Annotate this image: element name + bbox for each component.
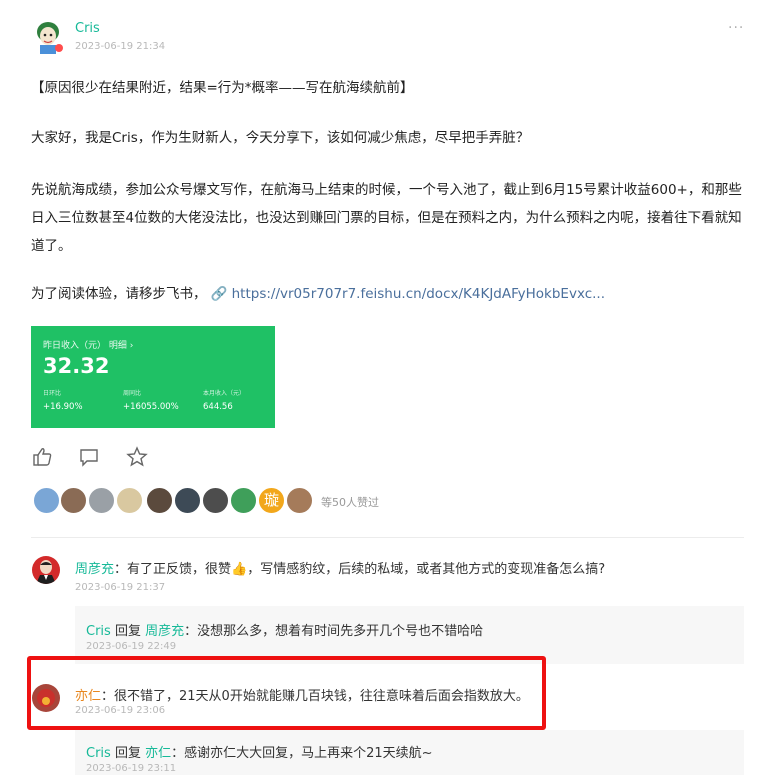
stat-label: 日环比 (43, 390, 62, 397)
liker-avatar[interactable] (33, 487, 60, 514)
post-paragraph: 为了阅读体验，请移步飞书， 🔗 https://vr05r707r7.feishu… (31, 280, 746, 308)
post-title: 【原因很少在结果附近，结果=行为*概率——写在航海续航前】 (31, 80, 414, 96)
link-icon: 🔗 (210, 286, 228, 302)
comment-timestamp: 2023-06-19 21:37 (75, 582, 166, 593)
feishu-link[interactable]: 🔗 https://vr05r707r7.feishu.cn/docx/K4KJd… (211, 286, 605, 302)
liker-avatar[interactable] (88, 487, 115, 514)
liker-avatar[interactable] (230, 487, 257, 514)
reply-target[interactable]: 亦仁 (145, 746, 171, 761)
author-avatar[interactable] (32, 18, 64, 54)
reply-text: Cris 回复 亦仁：感谢亦仁大大回复，马上再来个21天续航~ (86, 742, 433, 761)
thumbs-up-icon[interactable] (31, 446, 53, 468)
liker-avatar[interactable] (116, 487, 143, 514)
reply-verb: 回复 (110, 624, 146, 639)
divider (31, 537, 744, 538)
comment-icon[interactable] (78, 446, 100, 468)
income-screenshot[interactable]: 昨日收入（元） 明细 › 32.32 日环比 周同比 本月收入（元） +16.9… (31, 326, 275, 428)
income-header: 昨日收入（元） 明细 › (43, 341, 134, 351)
reply-body: ：没想那么多，想着有时间先多开几个号也不错哈哈 (184, 624, 484, 639)
income-value: 32.32 (43, 354, 110, 378)
reply-author[interactable]: Cris (86, 746, 111, 761)
post-paragraph: 大家好，我是Cris，作为生财新人，今天分享下，该如何减少焦虑，尽早把手弄脏？ (31, 130, 530, 146)
author-name[interactable]: Cris (75, 21, 100, 36)
stat-value: +16.90% (43, 402, 83, 412)
reply-timestamp: 2023-06-19 23:11 (86, 763, 177, 774)
stat-value: +16055.00% (123, 402, 179, 412)
reply-author[interactable]: Cris (86, 624, 111, 639)
post-paragraph: 先说航海成绩，参加公众号爆文写作，在航海马上结束的时候，一个号入池了，截止到6月… (31, 182, 742, 254)
star-icon[interactable] (126, 446, 148, 468)
stat-label: 周同比 (123, 390, 142, 397)
link-text: https://vr05r707r7.feishu.cn/docx/K4KJdA… (231, 286, 605, 302)
highlight-box (27, 656, 546, 730)
comment-text: 周彦充：有了正反馈，很赞👍，写情感豹纹，后续的私域，或者其他方式的变现准备怎么搞… (75, 558, 605, 577)
commenter-name[interactable]: 周彦充 (75, 562, 114, 577)
liker-avatar[interactable] (146, 487, 173, 514)
reply-target[interactable]: 周彦充 (145, 624, 184, 639)
more-options-icon[interactable]: ··· (728, 20, 744, 36)
post-timestamp: 2023-06-19 21:34 (75, 41, 166, 52)
liker-avatar[interactable] (202, 487, 229, 514)
stat-label: 本月收入（元） (203, 390, 246, 397)
stat-value: 644.56 (203, 402, 233, 412)
reply-text: Cris 回复 周彦充：没想那么多，想着有时间先多开几个号也不错哈哈 (86, 620, 483, 639)
link-prefix-text: 为了阅读体验，请移步飞书， (31, 286, 207, 302)
reply-body: ：感谢亦仁大大回复，马上再来个21天续航~ (171, 746, 433, 761)
reply-timestamp: 2023-06-19 22:49 (86, 641, 177, 652)
liker-avatar[interactable] (174, 487, 201, 514)
liker-avatar[interactable] (60, 487, 87, 514)
comment-body: ：有了正反馈，很赞👍，写情感豹纹，后续的私域，或者其他方式的变现准备怎么搞? (114, 562, 606, 577)
liker-avatar[interactable]: 璇 (258, 487, 285, 514)
commenter-avatar[interactable] (32, 556, 60, 584)
reply-verb: 回复 (110, 746, 146, 761)
liker-avatar[interactable] (286, 487, 313, 514)
like-count: 等50人赞过 (321, 496, 379, 509)
